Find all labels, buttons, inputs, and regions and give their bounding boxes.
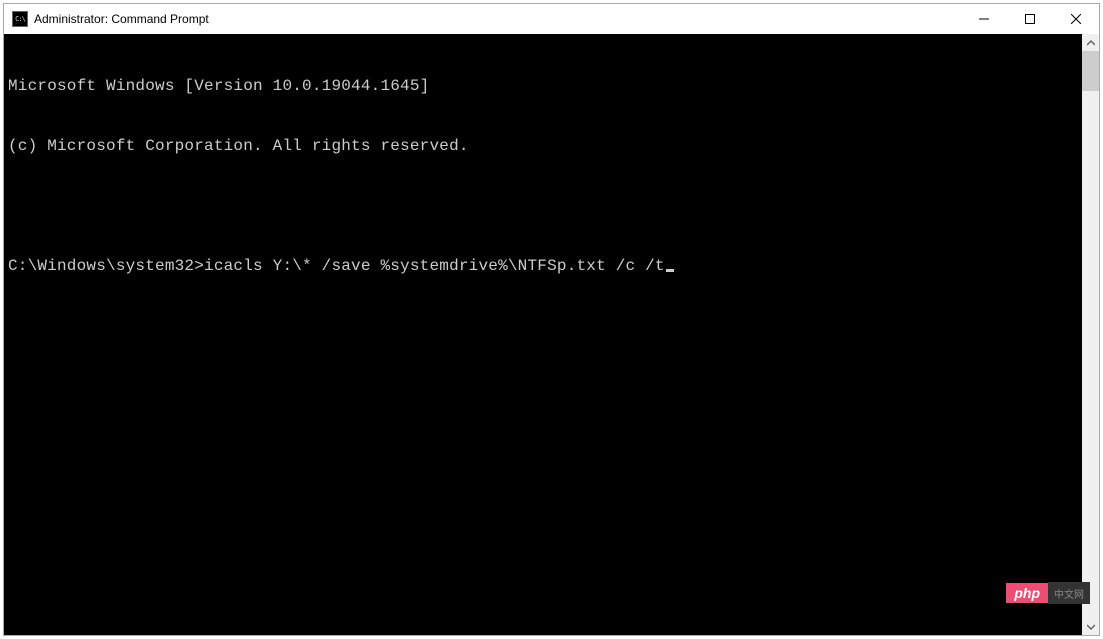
maximize-button[interactable] xyxy=(1007,4,1053,34)
scroll-thumb[interactable] xyxy=(1082,51,1099,91)
chevron-down-icon xyxy=(1087,623,1095,631)
terminal-wrapper: Microsoft Windows [Version 10.0.19044.16… xyxy=(4,34,1099,635)
terminal-prompt: C:\Windows\system32> xyxy=(8,256,204,276)
terminal-command: icacls Y:\* /save %systemdrive%\NTFSp.tx… xyxy=(204,256,665,276)
scroll-down-button[interactable] xyxy=(1082,618,1099,635)
watermark-right: 中文网 xyxy=(1048,582,1090,604)
chevron-up-icon xyxy=(1087,39,1095,47)
terminal-header-1: Microsoft Windows [Version 10.0.19044.16… xyxy=(8,76,1078,96)
watermark-left: php xyxy=(1006,583,1048,603)
maximize-icon xyxy=(1025,14,1035,24)
watermark: php 中文网 xyxy=(1006,582,1090,604)
minimize-icon xyxy=(979,14,989,24)
close-icon xyxy=(1071,14,1081,24)
scrollbar[interactable] xyxy=(1082,34,1099,635)
close-button[interactable] xyxy=(1053,4,1099,34)
scroll-up-button[interactable] xyxy=(1082,34,1099,51)
cmd-icon-glyph: C:\ xyxy=(15,16,25,23)
titlebar[interactable]: C:\ Administrator: Command Prompt xyxy=(4,4,1099,34)
terminal-blank xyxy=(8,196,1078,216)
terminal-cursor xyxy=(666,269,674,272)
terminal-header-2: (c) Microsoft Corporation. All rights re… xyxy=(8,136,1078,156)
terminal-prompt-line: C:\Windows\system32>icacls Y:\* /save %s… xyxy=(8,256,1078,276)
window-title: Administrator: Command Prompt xyxy=(34,12,961,26)
minimize-button[interactable] xyxy=(961,4,1007,34)
cmd-window: C:\ Administrator: Command Prompt Micros… xyxy=(3,3,1100,636)
terminal[interactable]: Microsoft Windows [Version 10.0.19044.16… xyxy=(4,34,1082,635)
cmd-icon: C:\ xyxy=(12,11,28,27)
window-controls xyxy=(961,4,1099,34)
